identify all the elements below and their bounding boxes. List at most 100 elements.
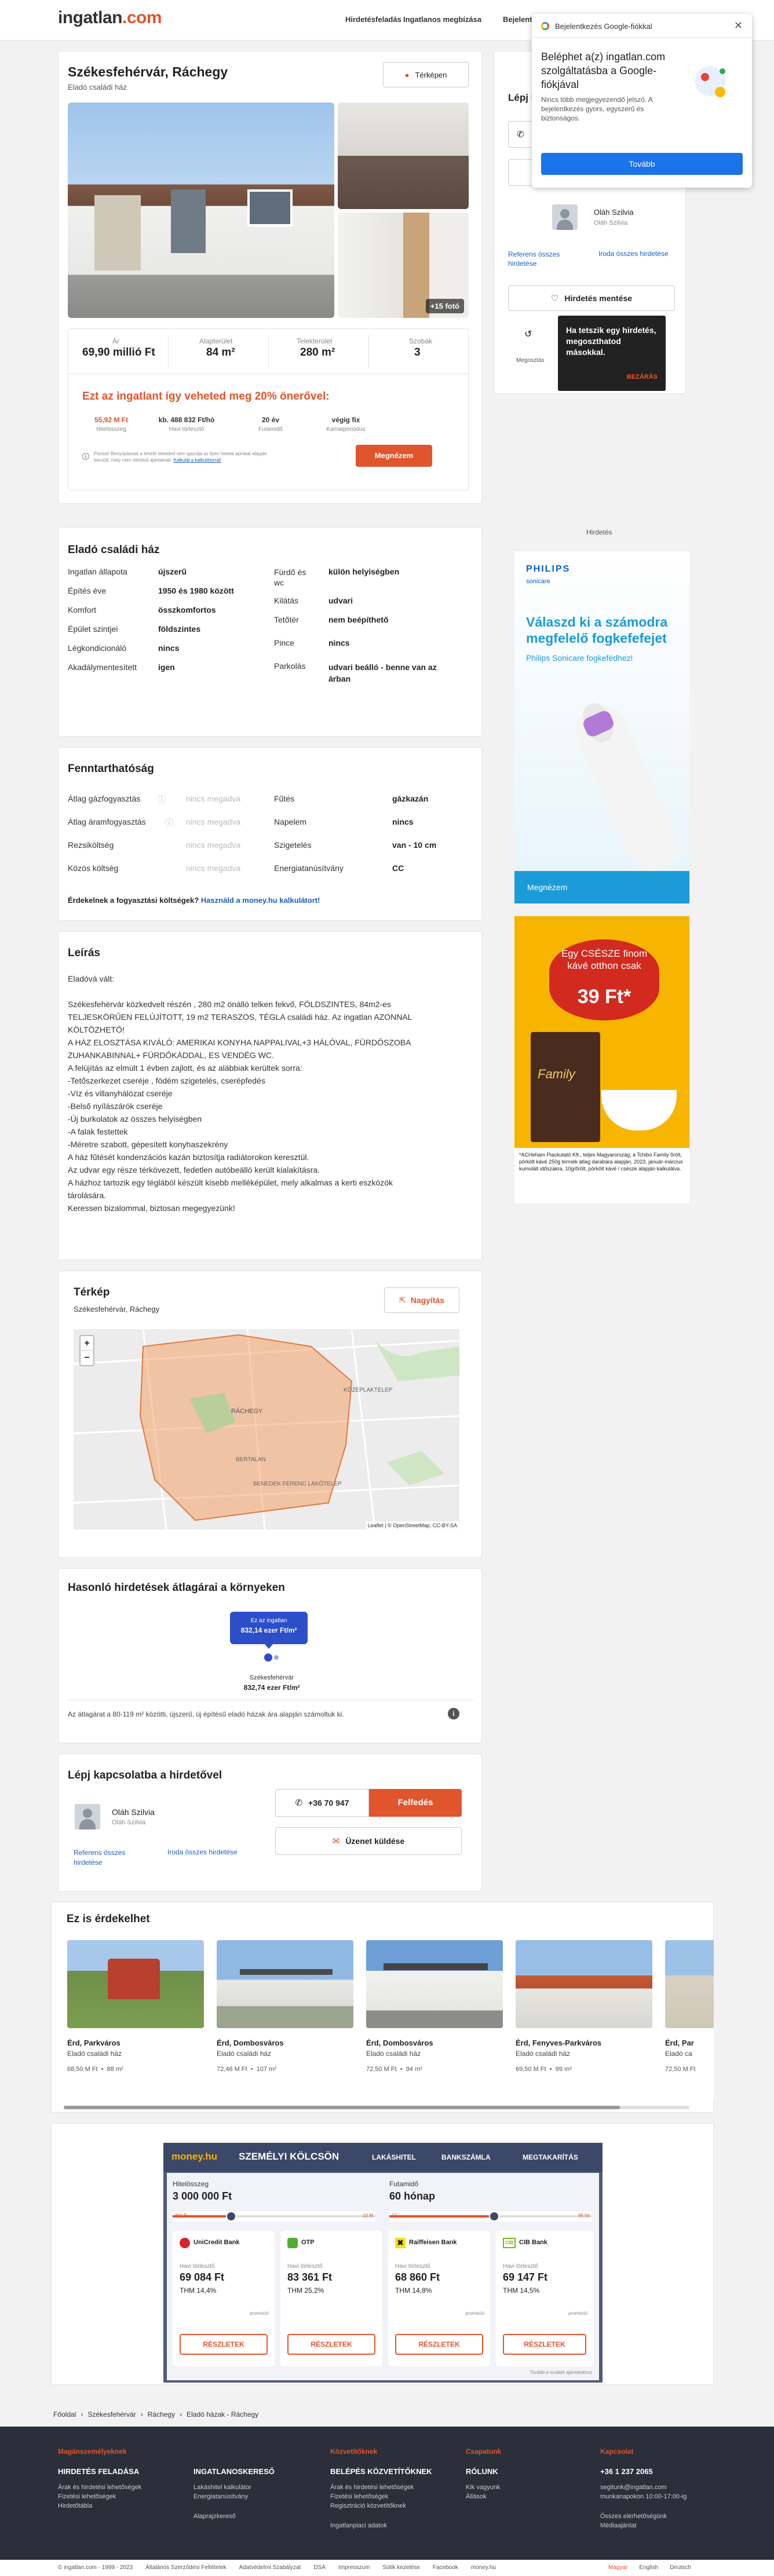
offer-note-link[interactable]: Kalkulál a kalkulátorral!	[173, 458, 221, 463]
zoom-out-button[interactable]: −	[81, 1351, 93, 1365]
footer-col-sub[interactable]: INGATLANOSKERESŐ	[194, 2467, 309, 2476]
footer-col-sub[interactable]: RÓLUNK	[466, 2467, 570, 2476]
footer-link[interactable]: Fizetési lehetőségek	[330, 2493, 446, 2500]
send-message-button[interactable]: ✉ Üzenet küldése	[275, 1827, 462, 1855]
bank-details-button[interactable]: RÉSZLETEK	[287, 2334, 375, 2355]
close-icon[interactable]: ✕	[734, 20, 743, 32]
similar-card[interactable]: Érd, Parkváros Eladó családi ház 68,50 M…	[67, 1940, 204, 2100]
footer-link[interactable]: Médiaajánlat	[600, 2522, 716, 2529]
info-icon[interactable]: ⓘ	[158, 794, 166, 806]
footer-link[interactable]: Fizetési lehetőségek	[58, 2493, 174, 2500]
similar-card-partial[interactable]: Érd, Par Eladó ca 72,50 M Ft	[665, 1940, 714, 2100]
bank-card[interactable]: OTP Havi törlesztő 83 361 Ft THM 25,2% R…	[280, 2231, 382, 2366]
photo-count-badge[interactable]: +15 fotó	[425, 299, 464, 313]
info-icon[interactable]: i	[448, 1708, 459, 1719]
footer-link[interactable]: Lakáshitel kalkulátor	[194, 2484, 309, 2491]
bank-details-button[interactable]: RÉSZLETEK	[180, 2334, 268, 2355]
map-svg	[74, 1329, 459, 1529]
breadcrumb-item[interactable]: Főoldal	[53, 2410, 76, 2418]
loan-tab[interactable]: BANKSZÁMLA	[441, 2153, 491, 2161]
site-logo[interactable]: ingatlan.com	[58, 8, 162, 28]
photo-thumb-2[interactable]: +15 fotó	[338, 213, 469, 318]
breadcrumb-item[interactable]: Székesfehérvár	[87, 2410, 136, 2418]
detail-row: Komfort összkomfortos	[68, 605, 259, 624]
footer-bottom-link[interactable]: Általános Szerződési Feltételek	[145, 2564, 227, 2571]
footer-bottom-link[interactable]: money.hu	[471, 2564, 496, 2571]
offer-loan-value: 55,92 M Ft	[94, 416, 129, 424]
office-all-listings-link[interactable]: Iroda összes hirdetése	[167, 1848, 238, 1856]
detail-row: Épület szintjei földszintes	[68, 624, 259, 643]
footer-link[interactable]: Árak és hirdetési lehetőségek	[330, 2484, 446, 2491]
scrollbar-thumb[interactable]	[64, 2106, 620, 2109]
share-label[interactable]: Megosztás	[516, 357, 544, 364]
footer-link[interactable]: Kik vagyunk	[466, 2484, 570, 2491]
money-calculator-link[interactable]: Használd a money.hu kalkulátort!	[201, 896, 320, 905]
lang-option[interactable]: Magyar	[608, 2564, 627, 2571]
map-view[interactable]: + − RÁCHEGY KÖZÉPLAKTELEP BERTALAN BENED…	[74, 1329, 459, 1529]
footer-link[interactable]: Állások	[466, 2493, 570, 2500]
nav-hire-agent[interactable]: Ingatlanos megbízása	[403, 15, 481, 24]
lang-option[interactable]: Deutsch	[670, 2564, 691, 2571]
reveal-phone-button[interactable]: Felfedés	[369, 1789, 462, 1817]
similar-card[interactable]: Érd, Fenyves-Parkváros Eladó családi ház…	[516, 1940, 652, 2100]
description-line: KÖLTÖZHETŐ!	[68, 1025, 125, 1034]
raiffeisen-logo-icon: ✖	[395, 2238, 406, 2248]
loan-tab[interactable]: MEGTAKARÍTÁS	[523, 2153, 578, 2161]
ad-tchibo[interactable]: Egy CSÉSZE finom kávé otthon csak 39 Ft*…	[514, 916, 689, 1203]
amount-slider[interactable]: 300 E 10 M	[173, 2211, 375, 2222]
footer-bottom-link[interactable]: Adatvédelmi Szabályzat	[239, 2564, 301, 2571]
tooltip-close-button[interactable]: BEZÁRÁS	[627, 374, 658, 380]
lang-option[interactable]: English	[639, 2564, 658, 2571]
offer-button[interactable]: Megnézem	[356, 445, 432, 467]
similar-price: 69,50 M Ft	[516, 2066, 546, 2073]
bank-card[interactable]: ✖ Raiffeisen Bank Havi törlesztő 68 860 …	[388, 2231, 490, 2366]
popup-continue-button[interactable]: Tovább	[541, 153, 743, 175]
loan-tab[interactable]: LAKÁSHITEL	[372, 2153, 416, 2161]
similar-scrollbar[interactable]	[64, 2106, 689, 2109]
term-slider[interactable]: 12 96 hó	[389, 2211, 592, 2222]
loan-title[interactable]: SZEMÉLYI KÖLCSÖN	[239, 2151, 339, 2162]
footer-link[interactable]: Árak és hirdetési lehetőségek	[58, 2484, 174, 2491]
ad1-button[interactable]: Megnézem	[527, 883, 567, 892]
footer-col-sub[interactable]: HIRDETÉS FELADÁSA	[58, 2467, 174, 2476]
map-button[interactable]: ● Térképen	[383, 62, 469, 87]
footer-link[interactable]: Energiatanúsítvány	[194, 2493, 309, 2500]
footer-link[interactable]: Hirdetőtábla	[58, 2502, 174, 2509]
footer-link[interactable]: Ingatlanpiaci adatok	[330, 2522, 446, 2529]
ad-philips[interactable]: PHILIPS sonicare Válaszd ki a számodra m…	[514, 551, 689, 903]
bank-details-button[interactable]: RÉSZLETEK	[395, 2334, 483, 2355]
footer-link[interactable]: Összes elérhetőségünk	[600, 2513, 716, 2520]
footer-link[interactable]: Regisztráció közvetítőknek	[330, 2502, 446, 2509]
bank-card[interactable]: CIB CIB Bank Havi törlesztő 69 147 Ft TH…	[496, 2231, 593, 2366]
footer-phone[interactable]: +36 1 237 2065	[600, 2467, 716, 2476]
slider-thumb[interactable]	[489, 2211, 499, 2222]
agent-all-listings-link[interactable]: Referens összes hirdetése	[74, 1848, 143, 1868]
save-listing-button[interactable]: ♡ Hirdetés mentése	[508, 286, 675, 311]
footer-bottom-link[interactable]: DSA	[313, 2564, 326, 2571]
similar-card[interactable]: Érd, Dombosváros Eladó családi ház 72,50…	[366, 1940, 503, 2100]
breadcrumb-item[interactable]: Ráchegy	[148, 2410, 175, 2418]
footer-col-sub[interactable]: BELÉPÉS KÖZVETÍTŐKNEK	[330, 2467, 446, 2476]
office-all-listings-link[interactable]: Iroda összes hirdetése	[598, 250, 669, 258]
map-attribution[interactable]: Leaflet | © OpenStreetMap, CC-BY-SA	[365, 1521, 459, 1529]
footer-link[interactable]: segitunk@ingatlan.com	[600, 2484, 716, 2491]
bank-card[interactable]: UniCredit Bank Havi törlesztő 69 084 Ft …	[173, 2231, 275, 2366]
share-icon[interactable]: ↺	[524, 328, 532, 340]
map-enlarge-button[interactable]: ⇱ Nagyítás	[384, 1287, 459, 1313]
slider-thumb[interactable]	[226, 2211, 236, 2222]
agent-all-listings-link[interactable]: Referens összes hirdetése	[508, 250, 578, 268]
phone-number-box[interactable]: ✆ +36 70 947	[275, 1789, 369, 1817]
footer-bottom-link[interactable]: Sütik kezelése	[382, 2564, 419, 2571]
zoom-in-button[interactable]: +	[81, 1336, 93, 1351]
info-icon[interactable]: ⓘ	[165, 817, 173, 829]
photo-thumb-1[interactable]	[338, 103, 469, 209]
bank-details-button[interactable]: RÉSZLETEK	[503, 2334, 586, 2355]
footer-bottom-link[interactable]: Facebook	[433, 2564, 458, 2571]
footer-bottom-link[interactable]: Impresszum	[338, 2564, 370, 2571]
this-listing-bubble: Ez az ingatlan 832,14 ezer Ft/m²	[230, 1612, 308, 1644]
main-photo[interactable]	[68, 103, 334, 318]
nav-post-ad[interactable]: Hirdetésfeladás	[345, 15, 401, 24]
loan-note[interactable]: Tovább a további ajánlatokhoz	[530, 2370, 592, 2375]
footer-link[interactable]: Alaprajzkereső	[194, 2513, 309, 2520]
similar-card[interactable]: Érd, Dombosváros Eladó családi ház 72,46…	[217, 1940, 353, 2100]
